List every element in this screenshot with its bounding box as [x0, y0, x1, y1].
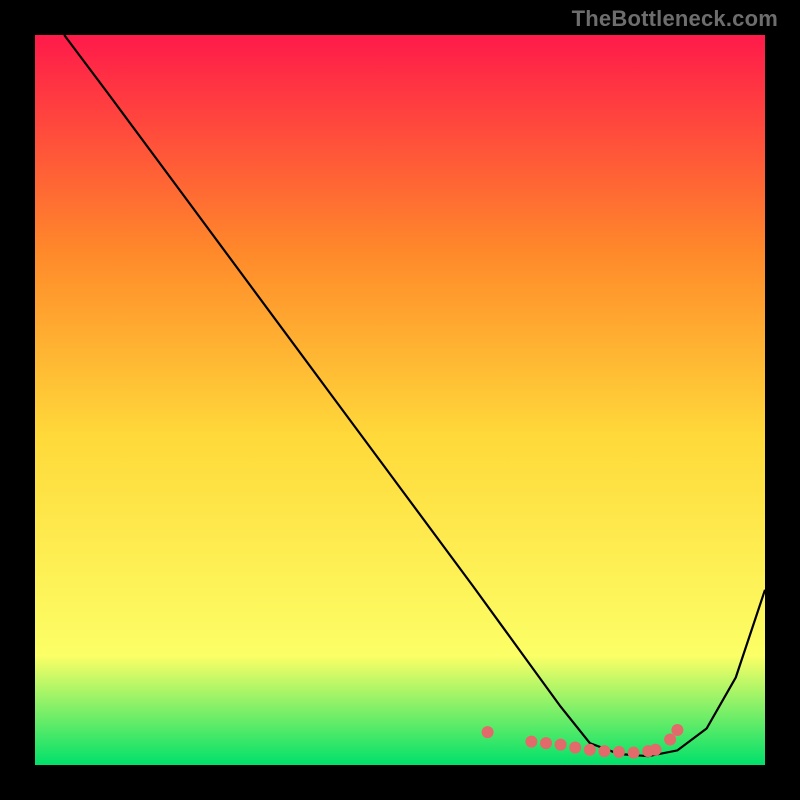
- data-marker: [613, 746, 625, 758]
- data-marker: [664, 734, 676, 746]
- chart-svg: [35, 35, 765, 765]
- chart-frame: TheBottleneck.com: [0, 0, 800, 800]
- data-marker: [671, 724, 683, 736]
- gradient-background: [35, 35, 765, 765]
- data-marker: [555, 739, 567, 751]
- data-marker: [584, 744, 596, 756]
- data-marker: [482, 726, 494, 738]
- data-marker: [540, 737, 552, 749]
- data-marker: [525, 736, 537, 748]
- watermark-text: TheBottleneck.com: [572, 6, 778, 32]
- data-marker: [628, 747, 640, 759]
- data-marker: [598, 745, 610, 757]
- plot-area: [35, 35, 765, 765]
- data-marker: [650, 744, 662, 756]
- data-marker: [569, 742, 581, 754]
